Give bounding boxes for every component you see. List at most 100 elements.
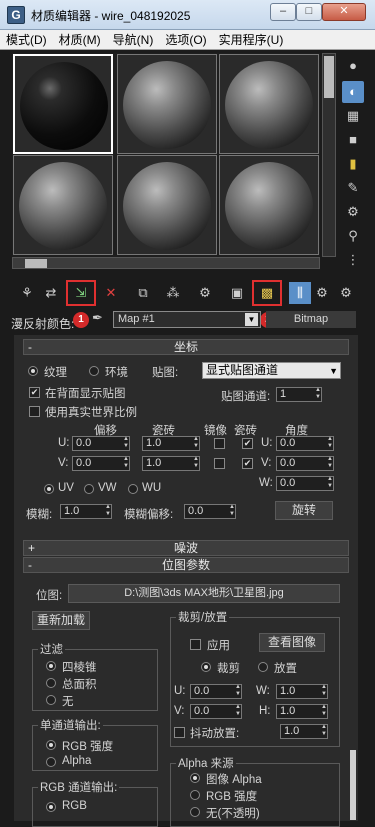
coordinates-rollout-header[interactable]: - 坐标	[23, 339, 349, 355]
video-color-check-icon[interactable]: ▮	[342, 153, 364, 175]
put-to-scene-icon[interactable]: ⇄	[40, 282, 62, 304]
wu-label: WU	[142, 482, 162, 494]
real-world-checkbox[interactable]	[29, 406, 40, 417]
menu-mode[interactable]: 模式(D)	[6, 31, 47, 48]
real-world-label: 使用真实世界比例	[45, 407, 137, 419]
chevron-down-icon: ▼	[329, 366, 338, 376]
background-icon[interactable]: ▦	[342, 105, 364, 127]
summed-area-label: 总面积	[62, 679, 97, 691]
sample-slots	[12, 53, 320, 257]
sample-slot-3[interactable]	[219, 54, 319, 154]
vw-radio[interactable]	[84, 484, 94, 494]
summed-area-radio[interactable]	[46, 678, 56, 688]
alpha-rgb-radio[interactable]	[190, 790, 200, 800]
sample-slot-2[interactable]	[117, 54, 217, 154]
put-to-library-icon[interactable]: ⁂	[162, 282, 184, 304]
get-material-icon[interactable]: ⚘	[16, 282, 38, 304]
maximize-button[interactable]: □	[296, 3, 322, 21]
alpha-none-radio[interactable]	[190, 807, 200, 817]
u-angle-spinner[interactable]: 0.0 ▲ ▼	[276, 436, 334, 451]
reload-button[interactable]: 重新加载	[32, 611, 90, 630]
backlight-icon[interactable]: ◐	[342, 81, 364, 103]
place-radio[interactable]	[258, 662, 268, 672]
bitmap-rollout-header[interactable]: - 位图参数	[23, 557, 349, 573]
sample-slot-6[interactable]	[219, 155, 319, 255]
u-mirror-checkbox[interactable]	[214, 438, 225, 449]
v-angle-spinner[interactable]: 0.0 ▲ ▼	[276, 456, 334, 471]
sample-uv-tiling-icon[interactable]: ■	[342, 129, 364, 151]
sample-slots-vscroll[interactable]	[322, 53, 336, 257]
options-icon[interactable]: ⚙	[342, 201, 364, 223]
u-offset-spinner[interactable]: 0.0 ▲ ▼	[72, 436, 130, 451]
u-tiling-spinner[interactable]: 1.0 ▲ ▼	[142, 436, 200, 451]
mono-alpha-radio[interactable]	[46, 757, 56, 767]
rgb-output-radio[interactable]	[46, 802, 56, 812]
mono-rgb-radio[interactable]	[46, 740, 56, 750]
v-offset-value: 0.0	[76, 457, 92, 469]
reset-map-icon[interactable]: ✕	[100, 282, 122, 304]
mono-rgb-label: RGB 强度	[62, 741, 114, 753]
menu-material[interactable]: 材质(M)	[59, 31, 101, 48]
annotation-badge: 1	[73, 312, 89, 328]
menu-navigation[interactable]: 导航(N)	[113, 31, 154, 48]
uv-radio[interactable]	[44, 484, 54, 494]
material-id-icon[interactable]: ⚙	[194, 282, 216, 304]
filter-none-radio[interactable]	[46, 695, 56, 705]
crop-v-spinner[interactable]: 0.0 ▲ ▼	[190, 704, 242, 719]
close-button[interactable]: ✕	[322, 3, 366, 21]
show-back-checkbox[interactable]: ✔	[29, 387, 40, 398]
side-toolbar: ● ◐ ▦ ■ ▮ ✎ ⚙ ⚲ ⋮	[342, 53, 368, 273]
jitter-checkbox[interactable]	[174, 727, 185, 738]
v-mirror-checkbox[interactable]	[214, 458, 225, 469]
map-type-button[interactable]: Bitmap	[266, 311, 356, 328]
go-to-parent-icon[interactable]: ⚙	[311, 282, 333, 304]
sample-type-icon[interactable]: ●	[342, 55, 364, 77]
material-navigator-icon[interactable]: ⋮	[342, 249, 364, 271]
rotate-button[interactable]: 旋转	[275, 501, 333, 520]
jitter-spinner[interactable]: 1.0 ▲ ▼	[280, 724, 328, 739]
crop-w-spinner[interactable]: 1.0 ▲ ▼	[276, 684, 328, 699]
make-unique-icon[interactable]: ⧉	[132, 282, 154, 304]
w-angle-spinner[interactable]: 0.0 ▲ ▼	[276, 476, 334, 491]
map-channel-spinner[interactable]: 1 ▲ ▼	[276, 387, 322, 402]
minimize-button[interactable]: –	[270, 3, 296, 21]
pyramidal-radio[interactable]	[46, 661, 56, 671]
blur-offset-spinner[interactable]: 0.0 ▲ ▼	[184, 504, 236, 519]
v-tiling-spinner[interactable]: 1.0 ▲ ▼	[142, 456, 200, 471]
v-label: V:	[58, 457, 69, 469]
make-preview-icon[interactable]: ✎	[342, 177, 364, 199]
jitter-label: 抖动放置:	[190, 728, 240, 740]
wu-radio[interactable]	[128, 484, 138, 494]
map-name-combo[interactable]: Map #1 ▼	[113, 311, 261, 328]
menu-bar: 模式(D) 材质(M) 导航(N) 选项(O) 实用程序(U)	[0, 30, 375, 50]
panel-scrollbar[interactable]	[350, 750, 356, 820]
alpha-image-radio[interactable]	[190, 773, 200, 783]
bitmap-path-button[interactable]: D:\测图\3ds MAX地形\卫星图.jpg	[68, 584, 340, 603]
show-in-viewport-icon[interactable]: ▣	[226, 282, 248, 304]
sample-slot-4[interactable]	[13, 155, 113, 255]
sample-slot-1[interactable]	[13, 54, 113, 154]
show-end-result-icon[interactable]: ⫼	[289, 282, 311, 304]
rollout-title: 坐标	[173, 340, 198, 354]
v-tile-checkbox[interactable]: ✔	[242, 458, 253, 469]
crop-radio[interactable]	[201, 662, 211, 672]
go-forward-sibling-icon[interactable]: ⚙	[335, 282, 357, 304]
u-tile-checkbox[interactable]: ✔	[242, 438, 253, 449]
view-image-button[interactable]: 查看图像	[259, 633, 325, 652]
menu-utilities[interactable]: 实用程序(U)	[219, 31, 284, 48]
sample-slot-5[interactable]	[117, 155, 217, 255]
eyedropper-icon[interactable]: ✒	[92, 310, 103, 326]
crop-h-spinner[interactable]: 1.0 ▲ ▼	[276, 704, 328, 719]
mapping-dropdown[interactable]: 显式贴图通道 ▼	[202, 362, 341, 379]
environment-radio[interactable]	[89, 366, 99, 376]
texture-radio[interactable]	[28, 366, 38, 376]
noise-rollout-header[interactable]: + 噪波	[23, 540, 349, 556]
blur-spinner[interactable]: 1.0 ▲ ▼	[60, 504, 112, 519]
crop-u-spinner[interactable]: 0.0 ▲ ▼	[190, 684, 242, 699]
v-offset-spinner[interactable]: 0.0 ▲ ▼	[72, 456, 130, 471]
apply-checkbox[interactable]	[190, 639, 201, 650]
menu-options[interactable]: 选项(O)	[165, 31, 206, 48]
u-angle-value: 0.0	[280, 437, 296, 449]
select-by-material-icon[interactable]: ⚲	[342, 225, 364, 247]
sample-slots-hscroll[interactable]	[12, 257, 320, 269]
